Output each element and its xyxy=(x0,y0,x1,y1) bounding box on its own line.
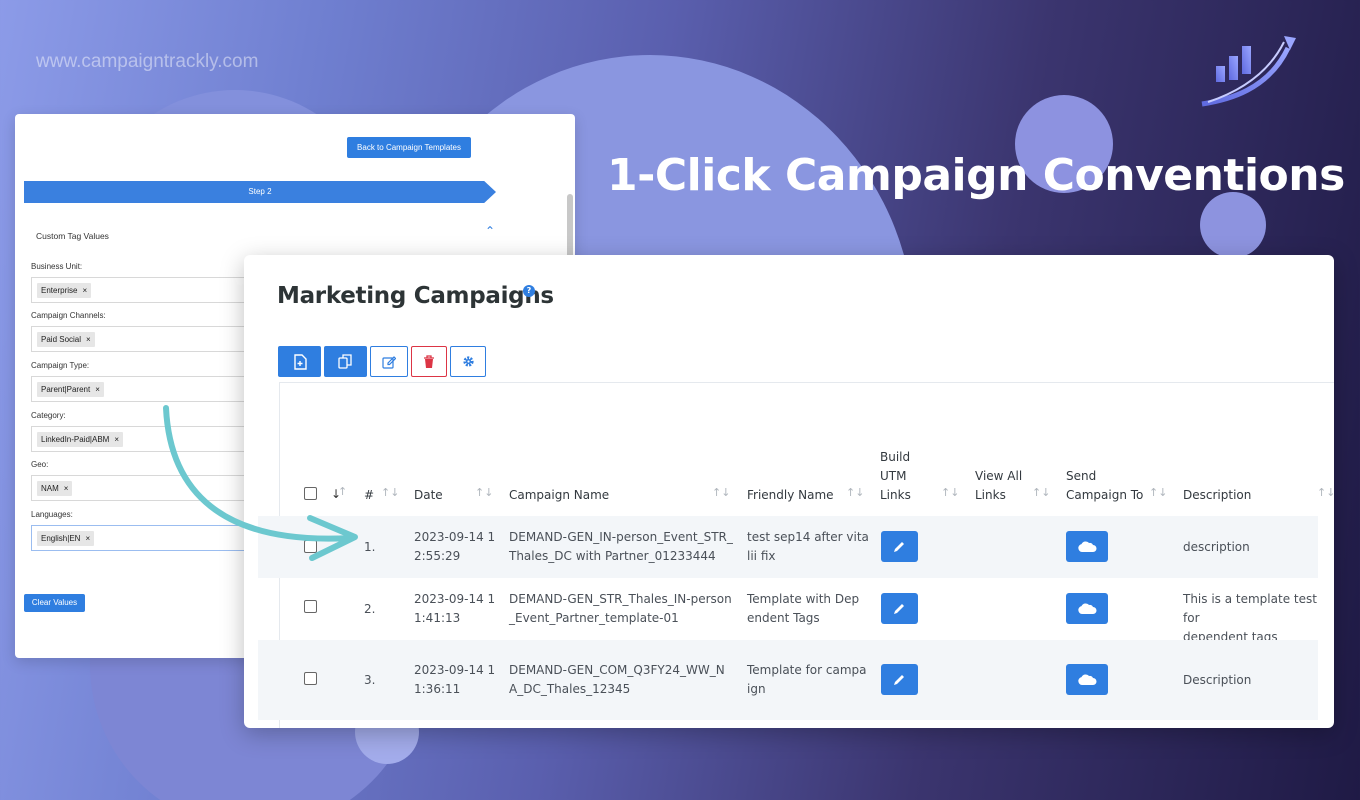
marketing-campaigns-panel: Marketing Campaigns ? ↓ ↑ # ↑↓ Date ↑↓ C… xyxy=(244,255,1334,728)
new-file-icon xyxy=(293,353,307,370)
site-watermark: www.campaigntrackly.com xyxy=(36,51,259,72)
col-send-campaign-to[interactable]: Send Campaign To xyxy=(1066,467,1143,505)
remove-tag-icon[interactable]: × xyxy=(95,385,100,394)
toolbar xyxy=(278,346,486,377)
field-business-unit: Business Unit: Enterprise × xyxy=(31,262,271,303)
page-title: Marketing Campaigns xyxy=(277,283,554,309)
pencil-icon xyxy=(894,542,904,552)
clear-values-button[interactable]: Clear Values xyxy=(24,594,85,612)
salesforce-cloud-icon xyxy=(1078,673,1097,685)
send-to-salesforce-button[interactable] xyxy=(1066,593,1108,624)
tag-chip: Parent|Parent × xyxy=(37,381,104,397)
row-checkbox[interactable] xyxy=(304,600,317,613)
tag-input[interactable]: Parent|Parent × xyxy=(31,376,271,402)
page-headline: 1-Click Campaign Conventions xyxy=(607,150,1345,201)
col-campaign-name[interactable]: Campaign Name xyxy=(509,486,609,505)
sort-icon[interactable]: ↑↓ xyxy=(712,486,730,499)
salesforce-cloud-icon xyxy=(1078,540,1097,552)
sort-icon[interactable]: ↑↓ xyxy=(475,486,493,499)
gear-icon xyxy=(462,356,474,367)
row-description: description xyxy=(1183,540,1250,554)
settings-button[interactable] xyxy=(450,346,486,377)
build-utm-button[interactable] xyxy=(881,531,918,562)
sort-icon[interactable]: ↑↓ xyxy=(1149,486,1167,499)
tag-chip: LinkedIn-Paid|ABM × xyxy=(37,431,124,447)
row-friendly-name: Template for campa ign xyxy=(747,663,867,696)
tag-input[interactable]: Paid Social × xyxy=(31,326,271,352)
remove-tag-icon[interactable]: × xyxy=(114,435,119,444)
row-checkbox[interactable] xyxy=(304,672,317,685)
trash-icon xyxy=(424,354,434,368)
row-friendly-name: Template with Dep endent Tags xyxy=(747,592,860,625)
field-label: Campaign Channels: xyxy=(31,311,106,320)
col-build-utm-links[interactable]: Build UTM Links xyxy=(880,448,911,505)
curved-arrow-icon xyxy=(163,405,358,561)
bg-circle xyxy=(1200,192,1266,258)
section-title: Custom Tag Values xyxy=(36,231,109,241)
copy-campaign-button[interactable] xyxy=(324,346,367,377)
remove-tag-icon[interactable]: × xyxy=(64,484,69,493)
pencil-icon xyxy=(894,675,904,685)
row-number: 3. xyxy=(364,673,376,687)
col-view-all-links[interactable]: View All Links xyxy=(975,467,1022,505)
row-campaign-name: DEMAND-GEN_COM_Q3FY24_WW_N A_DC_Thales_12… xyxy=(509,663,725,696)
table-row[interactable]: 1. 2023-09-14 1 2:55:29 DEMAND-GEN_IN-per… xyxy=(258,516,1318,578)
edit-icon xyxy=(382,355,396,369)
row-description: This is a template test for dependent tag… xyxy=(1183,592,1317,644)
new-campaign-button[interactable] xyxy=(278,346,321,377)
remove-tag-icon[interactable]: × xyxy=(85,534,90,543)
field-label: Campaign Type: xyxy=(31,361,90,370)
col-friendly-name[interactable]: Friendly Name xyxy=(747,486,834,505)
field-campaign-channels: Campaign Channels: Paid Social × xyxy=(31,311,271,352)
col-date[interactable]: Date xyxy=(414,486,443,505)
remove-tag-icon[interactable]: × xyxy=(86,335,91,344)
tag-input[interactable]: Enterprise × xyxy=(31,277,271,303)
sort-icon[interactable]: ↑↓ xyxy=(381,486,399,499)
send-to-salesforce-button[interactable] xyxy=(1066,664,1108,695)
build-utm-button[interactable] xyxy=(881,664,918,695)
row-date: 2023-09-14 1 1:41:13 xyxy=(414,592,496,625)
row-date: 2023-09-14 1 1:36:11 xyxy=(414,663,496,696)
send-to-salesforce-button[interactable] xyxy=(1066,531,1108,562)
growth-chart-logo-icon xyxy=(1201,36,1296,107)
row-date: 2023-09-14 1 2:55:29 xyxy=(414,530,496,563)
table-row[interactable]: 3. 2023-09-14 1 1:36:11 DEMAND-GEN_COM_Q3… xyxy=(258,640,1318,720)
sort-icon[interactable]: ↑↓ xyxy=(1317,486,1334,499)
tag-chip: Paid Social × xyxy=(37,331,95,347)
row-number: 2. xyxy=(364,602,376,616)
field-campaign-type: Campaign Type: Parent|Parent × xyxy=(31,361,271,402)
sort-icon[interactable]: ↑↓ xyxy=(846,486,864,499)
delete-campaign-button[interactable] xyxy=(411,346,447,377)
sort-icon[interactable]: ↑↓ xyxy=(941,486,959,499)
help-icon[interactable]: ? xyxy=(523,285,535,297)
tag-chip: English|EN × xyxy=(37,530,95,546)
col-description[interactable]: Description xyxy=(1183,486,1251,505)
copy-icon xyxy=(338,354,352,369)
salesforce-cloud-icon xyxy=(1078,602,1097,614)
table-row[interactable]: 2. 2023-09-14 1 1:41:13 DEMAND-GEN_STR_Th… xyxy=(258,578,1318,644)
edit-campaign-button[interactable] xyxy=(370,346,408,377)
row-campaign-name: DEMAND-GEN_IN-person_Event_STR_ Thales_DC… xyxy=(509,530,733,563)
chevron-up-icon[interactable]: ⌃ xyxy=(485,224,495,238)
sort-icon[interactable]: ↑↓ xyxy=(1032,486,1050,499)
row-campaign-name: DEMAND-GEN_STR_Thales_IN-person _Event_Pa… xyxy=(509,592,732,625)
field-label: Business Unit: xyxy=(31,262,83,271)
step-indicator: Step 2 xyxy=(24,181,496,203)
tag-chip: Enterprise × xyxy=(37,282,92,298)
pencil-icon xyxy=(894,604,904,614)
back-to-templates-button[interactable]: Back to Campaign Templates xyxy=(347,137,471,158)
remove-tag-icon[interactable]: × xyxy=(82,286,87,295)
row-description: Description xyxy=(1183,673,1252,687)
tag-chip: NAM × xyxy=(37,480,73,496)
build-utm-button[interactable] xyxy=(881,593,918,624)
row-friendly-name: test sep14 after vita lii fix xyxy=(747,530,869,563)
